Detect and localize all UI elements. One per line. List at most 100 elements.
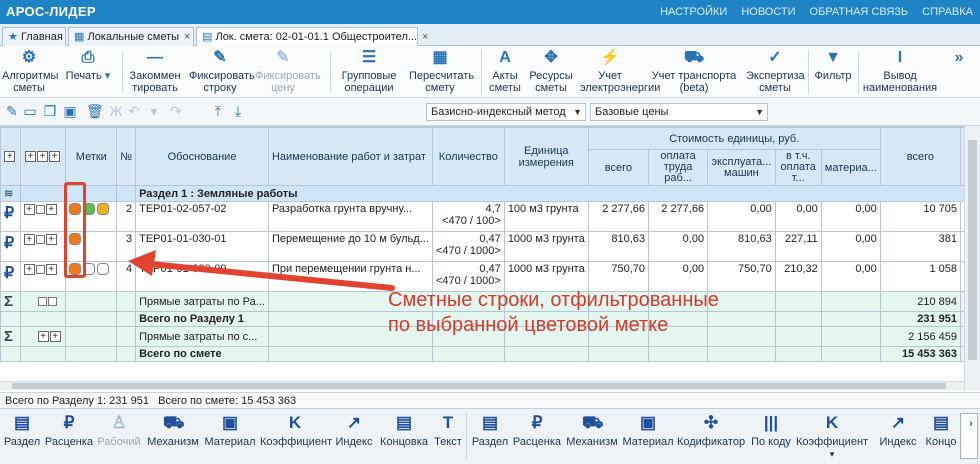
col-num[interactable]: № — [116, 127, 137, 186]
col-mat[interactable]: материа... — [820, 149, 881, 186]
row-checkbox[interactable] — [37, 297, 47, 307]
chevron-down-icon[interactable]: ▾ — [830, 449, 835, 459]
menu-help[interactable]: СПРАВКА — [915, 0, 980, 24]
expand-icon[interactable]: + — [49, 331, 61, 343]
recalculate-button[interactable]: ▦ Пересчитать смету — [406, 48, 474, 96]
method-select[interactable]: Базисно-индексный метод ▼ — [426, 103, 586, 121]
print-button[interactable]: ⎙ Печать ▾ — [62, 48, 114, 96]
add-ending-button-2[interactable]: ▤ Концо — [922, 413, 960, 459]
paste-icon[interactable]: ▣ — [62, 103, 78, 119]
add-coefficient-button-2[interactable]: K Коэффициент ▾ — [796, 413, 868, 459]
add-text-button[interactable]: T Текст — [432, 413, 464, 459]
row-checkbox[interactable] — [47, 297, 57, 307]
col-incl[interactable]: в т.ч. оплата т... — [774, 149, 822, 186]
tab-local-estimate-active[interactable]: ▤ Лок. смета: 02-01-01.1 Общестроител...… — [196, 27, 428, 46]
col-qty[interactable]: Количество — [431, 127, 505, 186]
chevron-down-icon[interactable]: ▾ — [146, 103, 162, 119]
scroll-thumb[interactable] — [12, 383, 946, 389]
expand-icon[interactable]: + — [49, 151, 61, 163]
col-mach[interactable]: эксплуата... машин — [707, 149, 776, 186]
add-worker-button[interactable]: ♙ Рабочий — [96, 413, 142, 459]
prices-select[interactable]: Базовые цены ▼ — [590, 103, 768, 121]
tab-label: Лок. смета: 02-01-01.1 Общестроител... — [215, 31, 418, 43]
col-total2[interactable]: всего — [879, 127, 962, 186]
add-mechanism-button[interactable]: ⛟ Механизм — [144, 413, 202, 459]
cut-icon[interactable]: ▭ — [22, 103, 38, 119]
copy-icon[interactable]: ❐ — [42, 103, 58, 119]
col-basis[interactable]: Обоснование — [135, 127, 269, 186]
redo-icon[interactable]: ↷ — [168, 103, 184, 119]
expand-icon[interactable]: + — [45, 233, 57, 245]
add-index-button[interactable]: ↗ Индекс — [332, 413, 376, 459]
name-output-button[interactable]: I Вывод наименования — [860, 48, 940, 96]
vertical-scrollbar[interactable] — [964, 126, 980, 390]
transport-button[interactable]: ⛟ Учет транспорта (beta) — [645, 48, 743, 96]
expand-icon[interactable]: + — [23, 263, 35, 275]
add-index-button-2[interactable]: ↗ Индекс — [876, 413, 920, 459]
color-mark[interactable] — [97, 203, 110, 216]
ribbon-more-button[interactable]: » — [944, 48, 974, 96]
expand-icon[interactable]: + — [23, 203, 35, 215]
codifier-button[interactable]: ✣ Кодификатор — [676, 413, 746, 459]
comment-out-button[interactable]: — Закомментировать — [126, 48, 184, 96]
menu-feedback[interactable]: ОБРАТНАЯ СВЯЗЬ — [803, 0, 916, 24]
undo-icon[interactable]: ↶ — [126, 103, 142, 119]
row-checkbox[interactable] — [35, 234, 45, 244]
col-unit[interactable]: Единица измерения — [503, 127, 589, 186]
row-checkbox[interactable] — [35, 264, 45, 274]
horizontal-scrollbar[interactable] — [0, 381, 964, 390]
cell — [65, 311, 118, 327]
expand-icon[interactable]: + — [37, 151, 49, 163]
insert-below-icon[interactable]: ⤓ — [230, 103, 246, 119]
add-section-button-2[interactable]: ▤ Раздел — [470, 413, 510, 459]
add-material-button-2[interactable]: ▣ Материал — [622, 413, 674, 459]
edit-icon[interactable]: ✎ — [4, 103, 20, 119]
row-mach: 810,63 — [707, 231, 776, 262]
expand-icon[interactable]: + — [25, 151, 37, 163]
group-operations-button[interactable]: ☰ Групповые операции — [334, 48, 404, 96]
algorithms-button[interactable]: ⚙ Алгоритмы сметы — [2, 48, 58, 96]
delete-icon[interactable]: 🗑 — [86, 103, 104, 119]
row-checkbox[interactable] — [35, 204, 45, 214]
filter-button[interactable]: ▼ Фильтр — [810, 48, 856, 96]
menu-news[interactable]: НОВОСТИ — [734, 0, 802, 24]
acts-button[interactable]: A Акты сметы — [485, 48, 525, 96]
menu-settings[interactable]: НАСТРОЙКИ — [653, 0, 734, 24]
summary-row[interactable]: Всего по смете 15 453 363 — [0, 346, 980, 362]
add-rate-button-2[interactable]: ₽ Расценка — [512, 413, 562, 459]
tab-home[interactable]: ★ Главная — [2, 27, 66, 46]
add-ending-button[interactable]: ▤ Концовка — [378, 413, 430, 459]
bold-icon[interactable]: Ж — [108, 103, 124, 119]
fix-row-button[interactable]: ✎ Фиксировать строку — [188, 48, 255, 96]
tab-local-estimates[interactable]: ▦ Локальные сметы × — [68, 27, 194, 46]
col-marks[interactable]: Метки — [65, 127, 118, 186]
add-rate-button[interactable]: ₽ Расценка — [44, 413, 94, 459]
resources-button[interactable]: ✥ Ресурсы сметы — [527, 48, 575, 96]
add-mechanism-button-2[interactable]: ⛟ Механизм — [564, 413, 620, 459]
cell — [65, 346, 118, 362]
add-material-button[interactable]: ▣ Материал — [204, 413, 256, 459]
close-icon[interactable]: × — [184, 31, 190, 43]
scroll-thumb[interactable] — [968, 140, 977, 360]
expand-icon[interactable]: + — [45, 263, 57, 275]
col-total[interactable]: всего — [587, 149, 650, 186]
expand-icon[interactable]: + — [23, 233, 35, 245]
section-row[interactable]: ≋ Раздел 1 : Земляные работы — [0, 185, 980, 202]
expand-icon[interactable]: + — [37, 331, 49, 343]
table-row[interactable]: ₽ + + 2 ТЕР01-02-057-02 Разработка грунта… — [0, 201, 980, 232]
bottom-more-button[interactable]: › — [960, 413, 978, 459]
electricity-button[interactable]: ⚡ Учет электроэнергии — [577, 48, 660, 96]
color-mark[interactable] — [97, 263, 110, 276]
close-icon[interactable]: × — [422, 31, 428, 43]
add-coefficient-button[interactable]: K Коэффициент — [260, 413, 332, 459]
fix-price-button[interactable]: ✎ Фиксировать цену — [254, 48, 321, 96]
insert-above-icon[interactable]: ⤒ — [210, 103, 226, 119]
by-code-button[interactable]: ||| По коду — [748, 413, 794, 459]
expand-icon[interactable]: + — [45, 203, 57, 215]
col-name[interactable]: Наименование работ и затрат — [267, 127, 433, 186]
col-pay[interactable]: оплата труда раб... — [648, 149, 709, 186]
expertise-button[interactable]: ✓ Экспертиза сметы — [745, 48, 805, 96]
chevron-down-icon[interactable]: ▾ — [105, 70, 111, 82]
add-section-button[interactable]: ▤ Раздел — [2, 413, 42, 459]
expand-icon[interactable]: + — [4, 151, 16, 163]
